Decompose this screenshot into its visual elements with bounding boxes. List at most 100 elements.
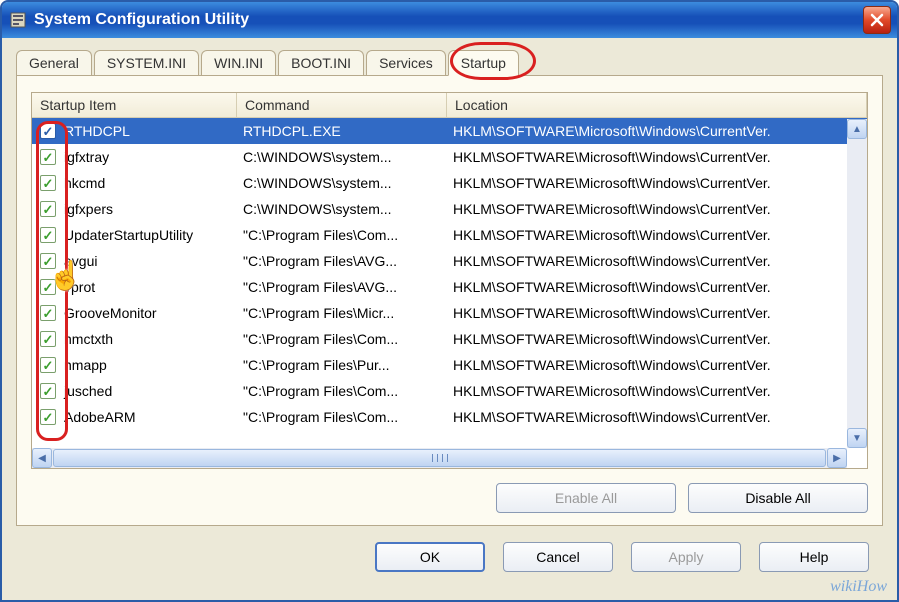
startup-location: HKLM\SOFTWARE\Microsoft\Windows\CurrentV… (447, 303, 867, 323)
startup-location: HKLM\SOFTWARE\Microsoft\Windows\CurrentV… (447, 329, 867, 349)
startup-checkbox[interactable]: ✓ (40, 305, 56, 321)
startup-command: "C:\Program Files\Com... (237, 329, 447, 349)
startup-command: "C:\Program Files\Com... (237, 381, 447, 401)
checkmark-icon: ✓ (43, 411, 54, 424)
startup-item-name: UpdaterStartupUtility (64, 227, 193, 243)
tab-win-ini[interactable]: WIN.INI (201, 50, 276, 75)
startup-location: HKLM\SOFTWARE\Microsoft\Windows\CurrentV… (447, 121, 867, 141)
table-row[interactable]: ✓ hkcmd C:\WINDOWS\system...HKLM\SOFTWARE\… (32, 170, 867, 196)
horizontal-scrollbar[interactable]: ◀ ▶ (32, 448, 847, 468)
startup-location: HKLM\SOFTWARE\Microsoft\Windows\CurrentV… (447, 225, 867, 245)
scroll-left-button[interactable]: ◀ (32, 448, 52, 468)
window-title: System Configuration Utility (34, 11, 863, 29)
startup-item-name: igfxtray (64, 149, 109, 165)
startup-command: "C:\Program Files\Com... (237, 225, 447, 245)
startup-checkbox[interactable]: ✓ (40, 227, 56, 243)
checkmark-icon: ✓ (43, 203, 54, 216)
column-header-location[interactable]: Location (447, 93, 867, 117)
startup-command: "C:\Program Files\AVG... (237, 277, 447, 297)
close-button[interactable] (863, 6, 891, 34)
startup-checkbox[interactable]: ✓ (40, 149, 56, 165)
checkmark-icon: ✓ (43, 177, 54, 190)
startup-command: C:\WINDOWS\system... (237, 173, 447, 193)
startup-command: C:\WINDOWS\system... (237, 147, 447, 167)
checkmark-icon: ✓ (43, 385, 54, 398)
column-header-item[interactable]: Startup Item (32, 93, 237, 117)
checkmark-icon: ✓ (43, 151, 54, 164)
startup-command: C:\WINDOWS\system... (237, 199, 447, 219)
column-header-command[interactable]: Command (237, 93, 447, 117)
scroll-track[interactable] (847, 139, 867, 428)
enable-all-button: Enable All (496, 483, 676, 513)
tab-startup[interactable]: Startup (448, 50, 519, 76)
tab-panel: Startup Item Command Location ✓ RTHDCPL RT… (16, 75, 883, 526)
disable-all-button[interactable]: Disable All (688, 483, 868, 513)
startup-checkbox[interactable]: ✓ (40, 331, 56, 347)
table-row[interactable]: ✓GrooveMonitor"C:\Program Files\Micr...H… (32, 300, 867, 326)
table-row[interactable]: ✓jusched"C:\Program Files\Com...HKLM\SOF… (32, 378, 867, 404)
table-row[interactable]: ✓ UpdaterStartupUtility "C:\Program Files\… (32, 222, 867, 248)
startup-listview: Startup Item Command Location ✓ RTHDCPL RT… (31, 92, 868, 469)
app-icon (8, 10, 28, 30)
startup-command: RTHDCPL.EXE (237, 121, 447, 141)
startup-checkbox[interactable]: ✓ (40, 409, 56, 425)
table-row[interactable]: ✓ igfxtray C:\WINDOWS\system...HKLM\SOFTWA… (32, 144, 867, 170)
help-button[interactable]: Help (759, 542, 869, 572)
scroll-up-button[interactable]: ▲ (847, 119, 867, 139)
table-row[interactable]: ✓ igfxpers C:\WINDOWS\system...HKLM\SOFTWA… (32, 196, 867, 222)
table-row[interactable]: ✓ nmapp "C:\Program Files\Pur...HKLM\SOFTW… (32, 352, 867, 378)
checkmark-icon: ✓ (43, 125, 54, 138)
startup-item-name: igfxpers (64, 201, 113, 217)
startup-checkbox[interactable]: ✓ (40, 123, 56, 139)
startup-location: HKLM\SOFTWARE\Microsoft\Windows\CurrentV… (447, 355, 867, 375)
checkmark-icon: ✓ (43, 359, 54, 372)
startup-item-name: vprot (64, 279, 95, 295)
startup-checkbox[interactable]: ✓ (40, 201, 56, 217)
startup-location: HKLM\SOFTWARE\Microsoft\Windows\CurrentV… (447, 199, 867, 219)
titlebar: System Configuration Utility (2, 2, 897, 38)
hscroll-thumb[interactable] (53, 449, 826, 467)
table-row[interactable]: ✓ RTHDCPL RTHDCPL.EXEHKLM\SOFTWARE\Microso… (32, 118, 867, 144)
startup-checkbox[interactable]: ✓ (40, 175, 56, 191)
startup-item-name: nmapp (64, 357, 107, 373)
vertical-scrollbar[interactable]: ▲ ▼ (847, 119, 867, 448)
checkmark-icon: ✓ (43, 281, 54, 294)
column-headers: Startup Item Command Location (32, 93, 867, 118)
startup-location: HKLM\SOFTWARE\Microsoft\Windows\CurrentV… (447, 173, 867, 193)
tab-system-ini[interactable]: SYSTEM.INI (94, 50, 199, 75)
startup-checkbox[interactable]: ✓ (40, 279, 56, 295)
tab-general[interactable]: General (16, 50, 92, 75)
startup-item-name: hkcmd (64, 175, 105, 191)
tab-services[interactable]: Services (366, 50, 446, 75)
table-row[interactable]: ✓ vprot "C:\Program Files\AVG...HKLM\SOFTW… (32, 274, 867, 300)
startup-command: "C:\Program Files\Com... (237, 407, 447, 427)
startup-item-name: nmctxth (64, 331, 113, 347)
table-row[interactable]: ✓AdobeARM"C:\Program Files\Com...HKLM\SO… (32, 404, 867, 430)
cancel-button[interactable]: Cancel (503, 542, 613, 572)
startup-checkbox[interactable]: ✓ (40, 383, 56, 399)
checkmark-icon: ✓ (43, 255, 54, 268)
table-row[interactable]: ✓ nmctxth "C:\Program Files\Com...HKLM\SOF… (32, 326, 867, 352)
startup-command: "C:\Program Files\AVG... (237, 251, 447, 271)
startup-item-name: AdobeARM (64, 409, 136, 425)
startup-command: "C:\Program Files\Pur... (237, 355, 447, 375)
checkmark-icon: ✓ (43, 229, 54, 242)
startup-item-name: GrooveMonitor (64, 305, 157, 321)
checkmark-icon: ✓ (43, 333, 54, 346)
apply-button: Apply (631, 542, 741, 572)
scroll-right-button[interactable]: ▶ (827, 448, 847, 468)
checkmark-icon: ✓ (43, 307, 54, 320)
startup-item-name: avgui (64, 253, 97, 269)
table-row[interactable]: ✓ avgui "C:\Program Files\AVG...HKLM\SOFTW… (32, 248, 867, 274)
tab-strip: General SYSTEM.INI WIN.INI BOOT.INI Serv… (16, 50, 883, 75)
startup-location: HKLM\SOFTWARE\Microsoft\Windows\CurrentV… (447, 147, 867, 167)
startup-item-name: jusched (64, 383, 112, 399)
startup-checkbox[interactable]: ✓ (40, 253, 56, 269)
startup-item-name: RTHDCPL (64, 123, 130, 139)
scroll-down-button[interactable]: ▼ (847, 428, 867, 448)
startup-checkbox[interactable]: ✓ (40, 357, 56, 373)
startup-location: HKLM\SOFTWARE\Microsoft\Windows\CurrentV… (447, 251, 867, 271)
ok-button[interactable]: OK (375, 542, 485, 572)
startup-location: HKLM\SOFTWARE\Microsoft\Windows\CurrentV… (447, 277, 867, 297)
tab-boot-ini[interactable]: BOOT.INI (278, 50, 364, 75)
